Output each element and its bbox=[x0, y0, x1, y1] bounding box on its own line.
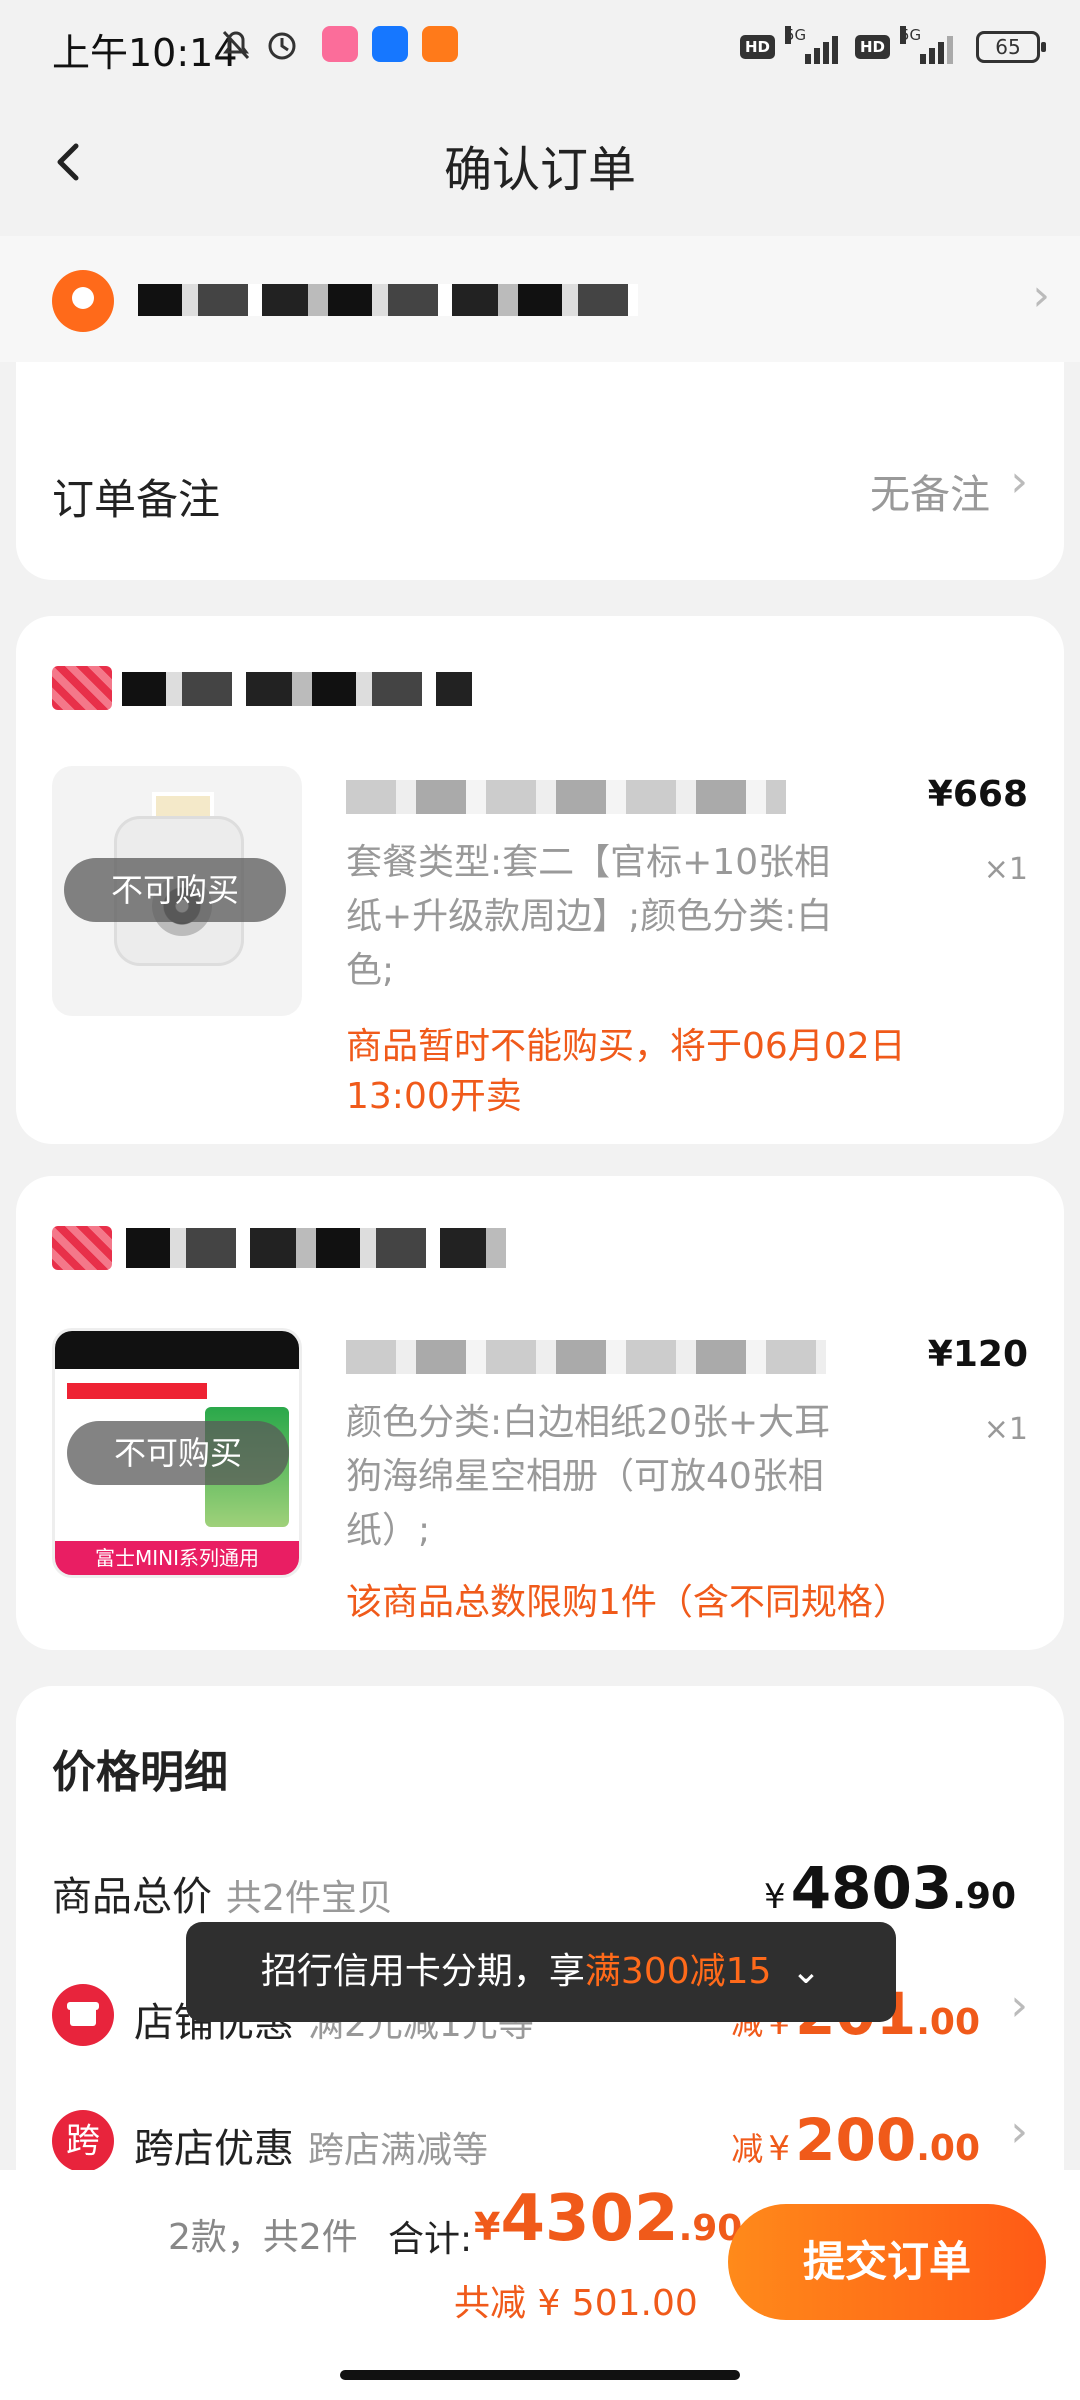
shop-name-redacted bbox=[122, 672, 472, 706]
alarm-icon bbox=[264, 26, 300, 62]
goods-total-amount: ¥ 4803.90 bbox=[764, 1854, 1016, 1922]
alipay-app-icon bbox=[372, 26, 408, 62]
cross-discount-row[interactable]: 跨 跨店优惠 跨店满减等 减 ¥ 200.00 › bbox=[52, 2106, 1028, 2176]
status-time: 上午10:14 bbox=[52, 31, 238, 75]
shop-logo bbox=[52, 1226, 112, 1270]
item-quantity: ×1 bbox=[983, 852, 1028, 887]
status-bar: 上午10:14 HD 5G HD 5G 65 bbox=[0, 0, 1080, 96]
location-pin-icon bbox=[52, 270, 114, 332]
signal-icon: 5G bbox=[900, 26, 960, 64]
item-quantity: ×1 bbox=[983, 1412, 1028, 1447]
item-price: ¥668 bbox=[927, 774, 1028, 815]
goods-total-row: 商品总价 共2件宝贝 ¥ 4803.90 bbox=[52, 1854, 1028, 1924]
submit-order-button[interactable]: 提交订单 bbox=[728, 2204, 1046, 2320]
goods-total-sub: 共2件宝贝 bbox=[226, 1878, 393, 1919]
product-card: 不可购买 ¥668 ×1 套餐类型:套二【官标+10张相纸+升级款周边】;颜色分… bbox=[16, 616, 1064, 1144]
chevron-right-icon: › bbox=[1010, 2106, 1028, 2157]
item-count: 2款，共2件 bbox=[168, 2217, 358, 2258]
product-image[interactable]: 富士MINI系列通用 不可购买 bbox=[52, 1328, 302, 1578]
unavailable-badge: 不可购买 bbox=[64, 858, 286, 922]
chevron-right-icon: › bbox=[1010, 1980, 1028, 2031]
home-indicator[interactable] bbox=[340, 2370, 740, 2380]
total-saved: 共减 ¥ 501.00 bbox=[454, 2283, 698, 2324]
product-title-redacted[interactable] bbox=[346, 780, 786, 814]
chevron-right-icon: › bbox=[1032, 270, 1050, 321]
status-right: HD 5G HD 5G 65 bbox=[739, 26, 1046, 64]
chevron-right-icon: › bbox=[1010, 456, 1028, 507]
total-amount: ¥4302.90 bbox=[474, 2182, 743, 2256]
cross-discount-sub: 跨店满减等 bbox=[308, 2130, 489, 2171]
hd-badge: HD bbox=[854, 35, 890, 59]
cross-discount-amount: 减 ¥ 200.00 bbox=[731, 2106, 980, 2174]
page-title: 确认订单 bbox=[443, 142, 636, 198]
item-warning: 商品暂时不能购买，将于06月02日13:00开卖 bbox=[346, 1026, 906, 1117]
total-label: 合计: bbox=[388, 2219, 473, 2260]
address-redacted bbox=[138, 284, 638, 316]
battery-icon: 65 bbox=[976, 31, 1046, 63]
goods-total-label: 商品总价 bbox=[52, 1874, 212, 1920]
address-row[interactable]: › bbox=[0, 236, 1080, 362]
item-price: ¥120 bbox=[927, 1334, 1028, 1375]
remark-value: 无备注 bbox=[870, 472, 990, 518]
bilibili-app-icon bbox=[322, 26, 358, 62]
item-spec: 套餐类型:套二【官标+10张相纸+升级款周边】;颜色分类:白色; bbox=[346, 842, 833, 991]
tooltip-text: 招行信用卡分期，享 bbox=[260, 1951, 585, 1992]
notification-muted-icon bbox=[218, 26, 254, 62]
shop-name-redacted bbox=[126, 1228, 506, 1268]
remark-label: 订单备注 bbox=[52, 475, 221, 524]
product-card: 富士MINI系列通用 不可购买 ¥120 ×1 颜色分类:白边相纸20张+大耳狗… bbox=[16, 1176, 1064, 1650]
hd-badge: HD bbox=[739, 35, 775, 59]
chevron-down-icon: ⌄ bbox=[790, 1951, 822, 1992]
thumb-banner: 富士MINI系列通用 bbox=[55, 1541, 299, 1575]
cross-discount-label: 跨店优惠 bbox=[134, 2126, 294, 2172]
item-spec: 颜色分类:白边相纸20张+大耳狗海绵星空相册（可放40张相纸）; bbox=[346, 1402, 831, 1551]
taobao-app-icon bbox=[422, 26, 458, 62]
tooltip-highlight: 满300减15 bbox=[584, 1951, 772, 1992]
price-detail-title: 价格明细 bbox=[52, 1747, 228, 1798]
installment-tooltip[interactable]: 招行信用卡分期，享满300减15 ⌄ bbox=[186, 1922, 896, 2022]
product-title-redacted[interactable] bbox=[346, 1340, 826, 1374]
item-warning: 该商品总数限购1件（含不同规格） bbox=[346, 1582, 909, 1623]
cross-store-icon: 跨 bbox=[52, 2110, 114, 2172]
unavailable-badge: 不可购买 bbox=[67, 1421, 289, 1485]
bottom-checkout-bar: 2款，共2件 合计: ¥4302.90 共减 ¥ 501.00 提交订单 bbox=[0, 2170, 1080, 2400]
signal-icon: 5G bbox=[784, 26, 845, 64]
nav-bar: 确认订单 bbox=[0, 96, 1080, 236]
remark-card[interactable]: 订单备注 无备注 › bbox=[16, 362, 1064, 580]
shop-logo bbox=[52, 666, 112, 710]
shop-discount-icon bbox=[52, 1984, 114, 2046]
product-image[interactable]: 不可购买 bbox=[52, 766, 302, 1016]
